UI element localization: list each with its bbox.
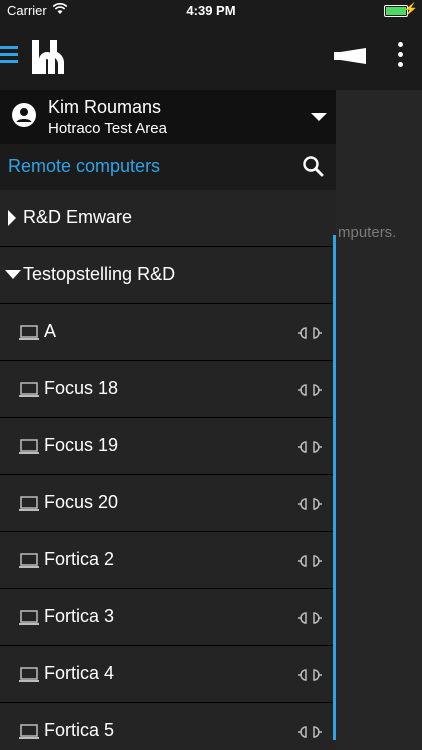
computer-row[interactable]: Fortica 3 — [0, 589, 336, 646]
group-row-rd-emware[interactable]: R&D Emware — [0, 190, 336, 247]
computer-row[interactable]: Focus 20 — [0, 475, 336, 532]
more-options-icon[interactable] — [396, 42, 404, 72]
computer-label: Focus 19 — [44, 435, 119, 455]
navigation-drawer: Kim Roumans Hotraco Test Area Remote com… — [0, 90, 336, 750]
app-toolbar — [0, 22, 422, 90]
connect-icon[interactable] — [296, 497, 324, 511]
computer-label: Fortica 3 — [44, 606, 115, 626]
clock: 4:39 PM — [186, 3, 236, 18]
connect-icon[interactable] — [296, 725, 324, 739]
computer-row[interactable]: Focus 19 — [0, 418, 336, 475]
remote-computers-title: Remote computers — [8, 156, 161, 176]
scrollbar[interactable] — [333, 235, 336, 740]
computer-icon — [19, 724, 39, 739]
connect-icon[interactable] — [296, 383, 324, 397]
computer-label: A — [44, 321, 57, 341]
projector-icon[interactable] — [332, 44, 368, 68]
menu-icon[interactable] — [0, 46, 18, 66]
expand-icon — [8, 210, 16, 226]
computer-list: R&D Emware Testopstelling R&D A Focus 18… — [0, 190, 336, 750]
group-label: R&D Emware — [23, 207, 133, 227]
connect-icon[interactable] — [296, 611, 324, 625]
status-bar: Carrier 4:39 PM ⚡ — [0, 0, 422, 22]
user-account-header[interactable]: Kim Roumans Hotraco Test Area — [0, 90, 336, 144]
connect-icon[interactable] — [296, 554, 324, 568]
connect-icon[interactable] — [296, 668, 324, 682]
computer-icon — [19, 667, 39, 682]
connect-icon[interactable] — [296, 440, 324, 454]
user-name: Kim Roumans — [48, 97, 162, 117]
computer-row[interactable]: Fortica 4 — [0, 646, 336, 703]
computer-label: Fortica 2 — [44, 549, 115, 569]
chevron-down-icon[interactable] — [311, 113, 327, 121]
computer-icon — [19, 325, 39, 340]
computer-row[interactable]: Fortica 2 — [0, 532, 336, 589]
computer-icon — [19, 553, 39, 568]
connect-icon[interactable] — [296, 326, 324, 340]
collapse-icon — [5, 270, 21, 279]
main-content — [336, 90, 422, 750]
computer-label: Fortica 4 — [44, 663, 115, 683]
computer-row[interactable]: Fortica 5 — [0, 703, 336, 750]
group-row-testopstelling[interactable]: Testopstelling R&D — [0, 247, 336, 304]
computer-label: Fortica 5 — [44, 720, 115, 740]
group-label: Testopstelling R&D — [23, 264, 176, 284]
charging-icon: ⚡ — [403, 2, 418, 16]
search-header: Remote computers — [0, 144, 336, 190]
search-icon[interactable] — [302, 155, 324, 177]
user-area: Hotraco Test Area — [48, 120, 167, 137]
computer-icon — [19, 496, 39, 511]
empty-state-text: mputers. — [338, 224, 397, 241]
hotraco-logo — [26, 36, 68, 78]
computer-label: Focus 18 — [44, 378, 119, 398]
computer-icon — [19, 610, 39, 625]
computer-row[interactable]: A — [0, 304, 336, 361]
computer-label: Focus 20 — [44, 492, 119, 512]
computer-icon — [19, 439, 39, 454]
account-icon — [12, 103, 36, 127]
computer-icon — [19, 382, 39, 397]
computer-row[interactable]: Focus 18 — [0, 361, 336, 418]
